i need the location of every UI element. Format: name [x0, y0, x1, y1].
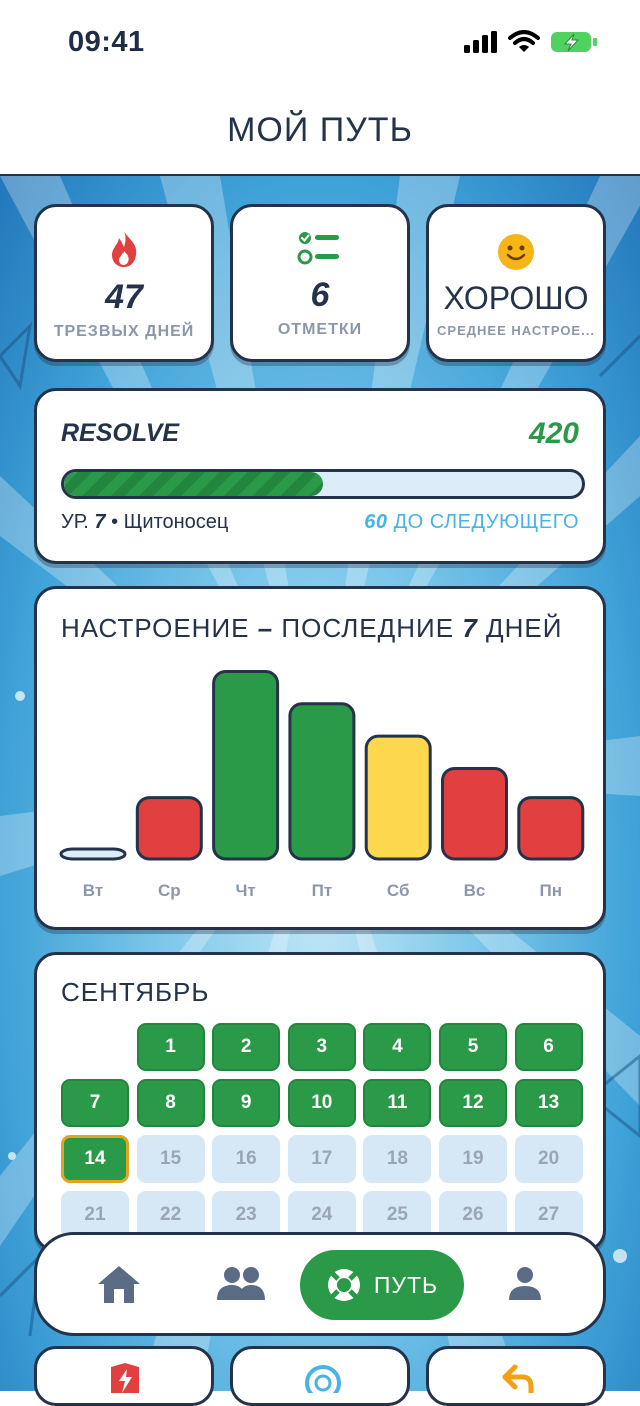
- mood-title-b: ПОСЛЕДНИЕ: [281, 613, 455, 643]
- calendar-day[interactable]: 9: [212, 1079, 281, 1127]
- level-prefix: УР.: [61, 511, 89, 533]
- calendar-day[interactable]: 2: [212, 1023, 281, 1071]
- checkins-card[interactable]: 6 ОТМЕТКИ: [230, 204, 410, 362]
- mood-bar-0: [59, 847, 127, 861]
- mood-day-label-4: Сб: [387, 881, 410, 900]
- calendar-day[interactable]: 15: [136, 1135, 205, 1183]
- nav-community[interactable]: [205, 1235, 277, 1333]
- calendar-day-today[interactable]: 14: [61, 1135, 129, 1183]
- resolve-progress-bar: [61, 469, 585, 499]
- mood-day-label-2: Чт: [235, 881, 255, 900]
- level-text: УР. 7 • Щитоносец: [61, 511, 228, 534]
- calendar-day[interactable]: 4: [363, 1023, 432, 1071]
- avg-mood-label: СРЕДНЕЕ НАСТРОЕ...: [437, 323, 595, 338]
- undo-arrow-icon: [502, 1364, 534, 1393]
- next-level-points: 60: [364, 511, 388, 533]
- calendar-card: СЕНТЯБРЬ 1 2 3 4 5 6 7 8 9 10 11 12 13 14 15 16 17 18 19 20…: [34, 952, 606, 1252]
- calendar-day[interactable]: 3: [287, 1023, 356, 1071]
- calendar-day[interactable]: 7: [61, 1079, 129, 1127]
- calendar-day[interactable]: 16: [212, 1135, 281, 1183]
- nav-path[interactable]: ПУТЬ: [300, 1250, 464, 1320]
- mood-bar-1: [135, 796, 203, 861]
- mood-bar-2: [212, 669, 280, 861]
- calendar-day[interactable]: 20: [514, 1135, 583, 1183]
- nav-path-label: ПУТЬ: [373, 1271, 439, 1298]
- checkins-label: ОТМЕТКИ: [277, 321, 363, 338]
- signal-icon: [464, 31, 497, 53]
- lifebuoy-icon: [327, 1269, 360, 1301]
- community-icon: [217, 1267, 265, 1300]
- calendar-day[interactable]: 18: [363, 1135, 432, 1183]
- status-time: 09:41: [68, 26, 145, 58]
- mood-bar-5: [441, 766, 508, 861]
- status-bar: 09:41: [0, 0, 640, 86]
- bolt-shield-icon: [111, 1363, 139, 1393]
- mood-day-label-0: Вт: [83, 881, 103, 900]
- resolve-progress-fill: [64, 472, 323, 496]
- avg-mood-card[interactable]: ХОРОШО СРЕДНЕЕ НАСТРОЕ...: [426, 204, 606, 362]
- mood-title-num: 7: [462, 613, 478, 643]
- calendar-day[interactable]: 19: [439, 1135, 507, 1183]
- calendar-day[interactable]: 13: [514, 1079, 583, 1127]
- battery-charging-icon: [551, 32, 597, 52]
- calendar-day[interactable]: 5: [439, 1023, 507, 1071]
- mood-chart-title: НАСТРОЕНИЕ – ПОСЛЕДНИЕ 7 ДНЕЙ: [61, 613, 562, 644]
- peek-card-sos[interactable]: [34, 1346, 214, 1406]
- checklist-icon: [233, 229, 407, 272]
- resolve-title: RESOLVE: [61, 419, 180, 447]
- resolve-points: 420: [528, 417, 579, 450]
- next-level-label: ДО СЛЕДУЮЩЕГО: [393, 511, 579, 533]
- sober-days-card[interactable]: 47 ТРЕЗВЫХ ДНЕЙ: [34, 204, 214, 362]
- brain-icon: [305, 1365, 341, 1393]
- profile-icon: [509, 1267, 541, 1300]
- calendar-day[interactable]: 1: [136, 1023, 205, 1071]
- bottom-nav: ПУТЬ: [34, 1232, 606, 1336]
- level-number: 7: [94, 511, 106, 533]
- peek-card-mind[interactable]: [230, 1346, 410, 1406]
- mood-day-label-5: Вс: [464, 881, 486, 900]
- sober-days-label: ТРЕЗВЫХ ДНЕЙ: [53, 323, 195, 340]
- nav-home[interactable]: [83, 1235, 155, 1333]
- mood-title-dash: –: [257, 613, 274, 643]
- mood-title-c: ДНЕЙ: [486, 613, 563, 643]
- level-title: Щитоносец: [123, 511, 229, 533]
- calendar-day[interactable]: 10: [287, 1079, 356, 1127]
- mood-title-a: НАСТРОЕНИЕ: [61, 613, 250, 643]
- mood-day-label-1: Ср: [158, 881, 181, 900]
- status-icons: [464, 30, 598, 54]
- mood-bar-4: [364, 734, 432, 861]
- smiley-icon: [429, 233, 603, 276]
- avg-mood-value: ХОРОШО: [443, 280, 589, 316]
- home-icon: [98, 1266, 140, 1303]
- calendar-day[interactable]: 12: [439, 1079, 507, 1127]
- next-level-text: 60 ДО СЛЕДУЮЩЕГО: [364, 511, 579, 534]
- wifi-icon: [508, 30, 540, 52]
- mood-chart-card: НАСТРОЕНИЕ – ПОСЛЕДНИЕ 7 ДНЕЙ Вт Ср Чт Пт Сб…: [34, 586, 606, 930]
- mood-day-label-6: Пн: [540, 881, 563, 900]
- mood-day-label-3: Пт: [312, 881, 333, 900]
- mood-bar-6: [517, 796, 585, 861]
- nav-profile[interactable]: [489, 1235, 561, 1333]
- calendar-day[interactable]: 17: [287, 1135, 356, 1183]
- peek-card-undo[interactable]: [426, 1346, 606, 1406]
- mood-chart: Вт Ср Чт Пт Сб Вс Пн: [59, 669, 585, 900]
- sober-days-value: 47: [105, 278, 143, 316]
- calendar-day[interactable]: 6: [514, 1023, 583, 1071]
- page-title: МОЙ ПУТЬ: [227, 110, 413, 149]
- fire-icon: [37, 229, 211, 274]
- resolve-card: RESOLVE 420 УР. 7 • Щитоносец 60 ДО СЛЕД…: [34, 388, 606, 564]
- app-header: МОЙ ПУТЬ: [0, 86, 640, 176]
- calendar-day[interactable]: 11: [363, 1079, 432, 1127]
- calendar-day[interactable]: 8: [136, 1079, 205, 1127]
- checkins-value: 6: [310, 276, 330, 314]
- mood-bar-3: [288, 702, 356, 861]
- level-dot: •: [111, 511, 119, 533]
- calendar-month: СЕНТЯБРЬ: [61, 977, 210, 1007]
